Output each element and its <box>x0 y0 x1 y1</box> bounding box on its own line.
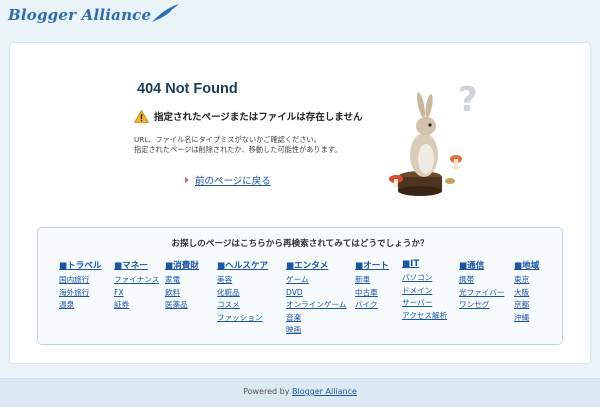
category-travel: ■トラベル 国内旅行 海外旅行 温泉 <box>59 259 102 312</box>
category-link[interactable]: 国内旅行 <box>59 274 102 287</box>
footer: Powered by Blogger Alliance <box>0 378 600 407</box>
category-link[interactable]: 化粧品 <box>217 287 268 300</box>
rabbit-illustration: ? <box>389 81 478 196</box>
header: Blogger Alliance <box>0 0 600 34</box>
category-heading[interactable]: ■消費財 <box>165 259 199 271</box>
category-auto: ■オート 新車 中古車 バイク <box>355 259 389 312</box>
category-heading[interactable]: ■ヘルスケア <box>217 259 268 271</box>
category-link[interactable]: 美容 <box>217 274 268 287</box>
category-link[interactable]: 音楽 <box>286 312 347 325</box>
category-link[interactable]: 家電 <box>165 274 199 287</box>
category-it: ■IT パソコン ドメイン サーバー アクセス解析 <box>402 259 447 322</box>
category-heading[interactable]: ■地域 <box>514 259 539 271</box>
category-link[interactable]: 京都 <box>514 299 539 312</box>
description-line: 指定されたページは削除されたか、移動した可能性があります。 <box>134 145 342 154</box>
category-link[interactable]: 飲料 <box>165 287 199 300</box>
category-heading[interactable]: ■オート <box>355 259 389 271</box>
logo[interactable]: Blogger Alliance <box>8 6 151 24</box>
feather-icon <box>152 4 179 22</box>
category-link[interactable]: アクセス解析 <box>402 310 447 323</box>
logo-text: Blogger Alliance <box>8 6 152 24</box>
category-heading[interactable]: ■IT <box>402 259 447 269</box>
warning-row: 指定されたページまたはファイルは存在しません <box>134 109 363 123</box>
category-link[interactable]: オンラインゲーム <box>286 299 347 312</box>
category-link[interactable]: 温泉 <box>59 299 102 312</box>
category-link[interactable]: 東京 <box>514 274 539 287</box>
error-card: 404 Not Found 指定されたページまたはファイルは存在しません URL… <box>9 42 591 364</box>
category-link[interactable]: 大阪 <box>514 287 539 300</box>
arrow-right-icon <box>185 177 189 183</box>
category-consumer-goods: ■消費財 家電 飲料 医薬品 <box>165 259 199 312</box>
category-link[interactable]: 新車 <box>355 274 389 287</box>
category-heading[interactable]: ■エンタメ <box>286 259 347 271</box>
error-description: URL、ファイル名にタイプミスがないかご確認ください。 指定されたページは削除さ… <box>134 135 341 155</box>
category-link[interactable]: 証券 <box>114 299 159 312</box>
category-link[interactable]: DVD <box>286 287 347 300</box>
category-link[interactable]: 光ファイバー <box>459 287 504 300</box>
category-link[interactable]: コスメ <box>217 299 268 312</box>
category-region: ■地域 東京 大阪 京都 沖縄 <box>514 259 539 324</box>
back-link-label: 前のページに戻る <box>195 176 271 187</box>
search-suggestions: お探しのページはこちらから再検索されてみてはどうでしょうか？ ■トラベル 国内旅… <box>37 227 563 345</box>
category-heading[interactable]: ■通信 <box>459 259 504 271</box>
category-heading[interactable]: ■マネー <box>114 259 159 271</box>
category-link[interactable]: サーバー <box>402 297 447 310</box>
category-link[interactable]: 医薬品 <box>165 299 199 312</box>
category-link[interactable]: 映画 <box>286 324 347 337</box>
category-link[interactable]: ドメイン <box>402 285 447 298</box>
warning-text: 指定されたページまたはファイルは存在しません <box>154 112 363 123</box>
category-link[interactable]: FX <box>114 287 159 300</box>
category-link[interactable]: 沖縄 <box>514 312 539 325</box>
category-link[interactable]: 携帯 <box>459 274 504 287</box>
svg-text:?: ? <box>458 81 478 120</box>
category-link[interactable]: ファッション <box>217 312 268 325</box>
error-title: 404 Not Found <box>137 81 238 97</box>
category-heading[interactable]: ■トラベル <box>59 259 102 271</box>
footer-link[interactable]: Blogger Alliance <box>292 387 357 396</box>
description-line: URL、ファイル名にタイプミスがないかご確認ください。 <box>134 135 321 144</box>
category-link[interactable]: ファイナンス <box>114 274 159 287</box>
category-entertainment: ■エンタメ ゲーム DVD オンラインゲーム 音楽 映画 <box>286 259 347 337</box>
category-telecom: ■通信 携帯 光ファイバー ワンセグ <box>459 259 504 312</box>
category-link[interactable]: パソコン <box>402 272 447 285</box>
warning-icon <box>134 109 149 123</box>
search-suggestions-title: お探しのページはこちらから再検索されてみてはどうでしょうか？ <box>171 239 429 249</box>
category-link[interactable]: ワンセグ <box>459 299 504 312</box>
category-link[interactable]: 海外旅行 <box>59 287 102 300</box>
footer-text: Powered by <box>243 387 290 396</box>
category-link[interactable]: 中古車 <box>355 287 389 300</box>
category-healthcare: ■ヘルスケア 美容 化粧品 コスメ ファッション <box>217 259 268 324</box>
category-link[interactable]: ゲーム <box>286 274 347 287</box>
category-money: ■マネー ファイナンス FX 証券 <box>114 259 159 312</box>
back-link[interactable]: 前のページに戻る <box>185 173 271 187</box>
category-link[interactable]: バイク <box>355 299 389 312</box>
